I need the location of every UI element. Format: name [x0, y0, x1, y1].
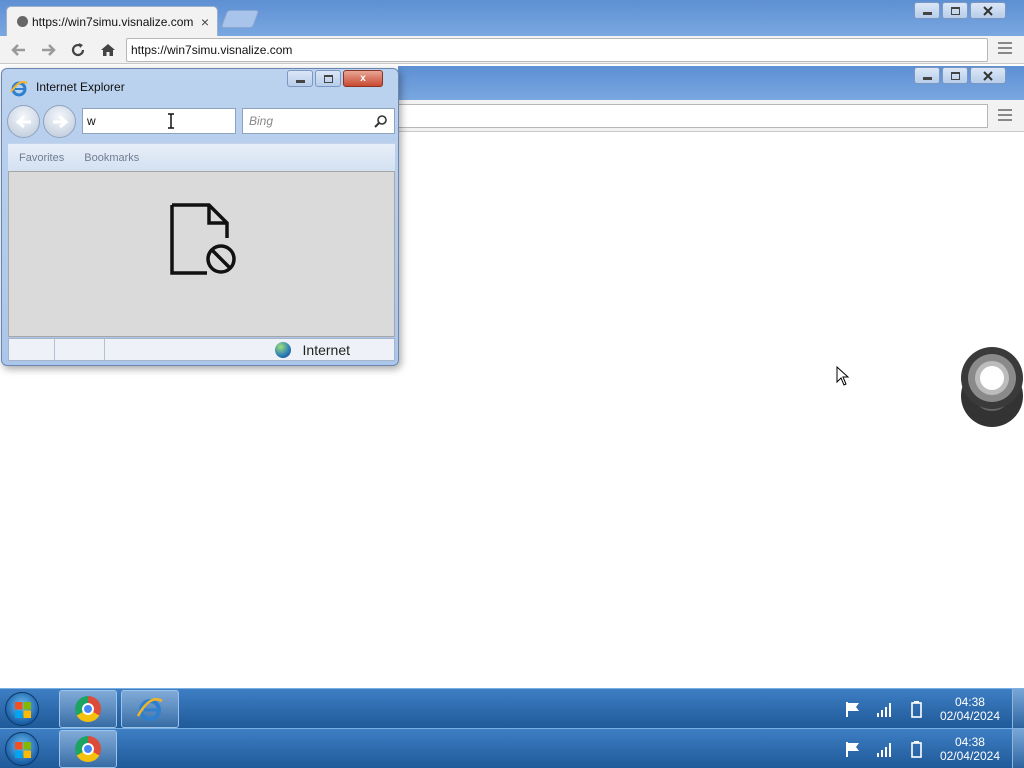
- ie-content-area: [8, 171, 395, 337]
- ie-back-button[interactable]: [7, 105, 40, 138]
- system-tray: 04:38 02/04/2024: [844, 689, 1024, 729]
- taskbar-chrome-button[interactable]: [59, 690, 117, 728]
- address-bar[interactable]: https://win7simu.visnalize.com: [126, 38, 988, 62]
- clock[interactable]: 04:38 02/04/2024: [940, 695, 1000, 723]
- network-signal-icon[interactable]: [876, 740, 894, 758]
- action-center-flag-icon[interactable]: [844, 700, 862, 718]
- ie-minimize-button[interactable]: [287, 70, 313, 87]
- favorites-link[interactable]: Favorites: [19, 152, 64, 164]
- start-button[interactable]: [5, 732, 39, 766]
- network-signal-icon[interactable]: [876, 700, 894, 718]
- close-button[interactable]: [970, 2, 1006, 19]
- show-desktop-button[interactable]: [1012, 729, 1024, 768]
- favorites-bar: Favorites Bookmarks: [8, 143, 395, 171]
- browser-tab[interactable]: https://win7simu.visnalize.com ×: [6, 6, 218, 36]
- second-chrome-toolbar: [398, 100, 1024, 132]
- chrome-icon: [75, 736, 101, 762]
- new-tab-button[interactable]: [220, 10, 260, 28]
- ie-window-controls: x: [287, 70, 383, 87]
- battery-icon[interactable]: [908, 700, 926, 718]
- text-cursor-icon: [168, 113, 174, 129]
- search-placeholder: Bing: [249, 114, 274, 128]
- chrome-toolbar: https://win7simu.visnalize.com: [0, 36, 1024, 64]
- maximize-icon: [323, 74, 333, 83]
- ie-search-input[interactable]: Bing: [242, 108, 395, 134]
- show-desktop-button[interactable]: [1012, 689, 1024, 729]
- second-chrome-titlebar: [398, 66, 1024, 100]
- loading-spinner-icon: [961, 347, 1023, 427]
- home-icon[interactable]: [99, 41, 117, 59]
- ie-status-bar: Internet: [8, 338, 395, 361]
- taskbar: 04:38 02/04/2024: [0, 728, 1024, 768]
- second-close-button[interactable]: [970, 67, 1006, 84]
- battery-icon[interactable]: [908, 740, 926, 758]
- system-tray: 04:38 02/04/2024: [844, 729, 1024, 768]
- clock-date: 02/04/2024: [939, 709, 1000, 723]
- minimize-icon: [922, 77, 932, 80]
- ie-logo-icon: [10, 81, 28, 97]
- status-cell: [9, 339, 55, 360]
- clock[interactable]: 04:38 02/04/2024: [940, 735, 1000, 763]
- close-icon: [983, 70, 993, 81]
- minimize-icon: [922, 12, 932, 15]
- ie-forward-button[interactable]: [43, 105, 76, 138]
- start-button[interactable]: [5, 692, 39, 726]
- second-chrome-menu-icon[interactable]: [998, 109, 1012, 123]
- bookmarks-link[interactable]: Bookmarks: [84, 152, 139, 164]
- back-arrow-icon[interactable]: [10, 41, 28, 59]
- minimize-button[interactable]: [914, 2, 940, 19]
- mouse-pointer-icon: [836, 366, 850, 386]
- globe-favicon-icon: [17, 16, 28, 27]
- search-icon[interactable]: [374, 114, 388, 128]
- maximize-icon: [950, 71, 960, 80]
- tab-close-icon[interactable]: ×: [199, 15, 211, 29]
- clock-time: 04:38: [954, 735, 985, 749]
- clock-date: 02/04/2024: [939, 749, 1000, 763]
- maximize-icon: [950, 6, 960, 15]
- taskbar-chrome-button[interactable]: [59, 730, 117, 768]
- second-minimize-button[interactable]: [914, 67, 940, 84]
- window-controls: [914, 2, 1006, 19]
- chrome-titlebar: https://win7simu.visnalize.com ×: [0, 0, 1024, 36]
- second-address-bar[interactable]: [398, 104, 988, 128]
- zone-label: Internet: [302, 341, 350, 358]
- status-cell: [55, 339, 105, 360]
- close-icon: [983, 5, 993, 16]
- maximize-button[interactable]: [942, 2, 968, 19]
- second-window-controls: [914, 67, 1006, 84]
- chrome-menu-icon[interactable]: [998, 42, 1012, 56]
- taskbar-ie-button[interactable]: [121, 690, 179, 728]
- security-zone: Internet: [105, 339, 394, 360]
- second-maximize-button[interactable]: [942, 67, 968, 84]
- taskbar: 04:38 02/04/2024: [0, 688, 1024, 729]
- ie-address-input[interactable]: w: [82, 108, 236, 134]
- action-center-flag-icon[interactable]: [844, 740, 862, 758]
- blocked-page-icon: [170, 203, 236, 275]
- ie-close-button[interactable]: x: [343, 70, 383, 87]
- minimize-icon: [295, 80, 305, 83]
- chrome-icon: [75, 696, 101, 722]
- ie-icon: [137, 698, 163, 721]
- windows-logo-icon: [15, 742, 31, 758]
- clock-time: 04:38: [954, 695, 985, 709]
- forward-arrow-icon[interactable]: [39, 41, 57, 59]
- globe-icon: [274, 341, 291, 358]
- forward-arrow-icon: [52, 115, 68, 128]
- windows-logo-icon: [15, 702, 31, 718]
- window-title: Internet Explorer: [36, 80, 125, 94]
- back-arrow-icon: [15, 115, 31, 128]
- ie-maximize-button[interactable]: [315, 70, 341, 87]
- tab-title: https://win7simu.visnalize.com: [32, 14, 194, 29]
- internet-explorer-window: Internet Explorer x w Bing Favorites Boo…: [1, 68, 399, 366]
- reload-icon[interactable]: [69, 41, 87, 59]
